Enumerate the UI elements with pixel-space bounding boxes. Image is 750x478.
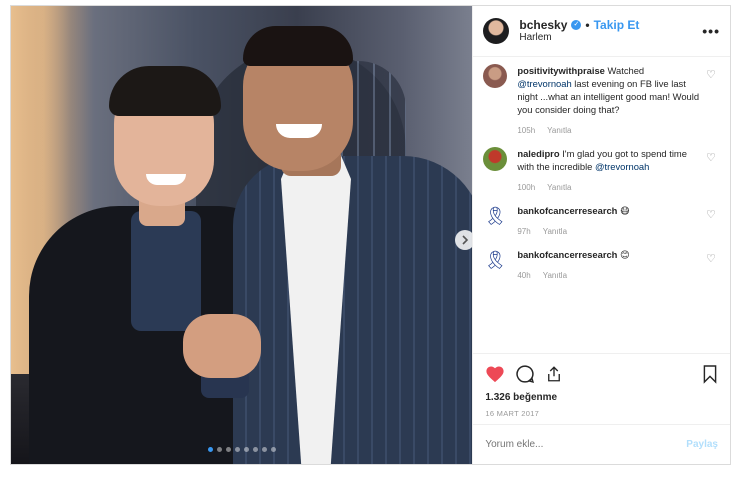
comment-like-heart-icon[interactable]: ♡ [706, 208, 718, 238]
comment-username[interactable]: bankofcancerresearch [517, 249, 617, 260]
more-options-icon[interactable]: ••• [702, 23, 720, 39]
post-header: bchesky ✓ • Takip Et Harlem ••• [473, 6, 730, 57]
comment-item: naledipro I'm glad you got to spend time… [483, 147, 718, 194]
post-date: 16 MART 2017 [485, 409, 540, 418]
handshake [183, 314, 261, 378]
reply-button[interactable]: Yanıtla [543, 225, 567, 238]
like-heart-icon[interactable] [485, 365, 505, 383]
add-comment-bar: Paylaş [473, 424, 730, 464]
comment-mention[interactable]: @trevornoah [517, 78, 571, 89]
carousel-dot [270, 447, 276, 452]
comment-item: 🎗 bankofcancerresearch 😊 40h Yanıtla ♡ [483, 248, 718, 282]
reply-button[interactable]: Yanıtla [547, 124, 571, 137]
comment-emoji: 😊 [620, 249, 630, 260]
person-right-smile [276, 124, 322, 138]
person-right-suit [233, 156, 473, 464]
ribbon-icon[interactable]: 🎗 [483, 204, 507, 228]
commenter-avatar[interactable] [483, 147, 508, 171]
person-left-shirt [131, 211, 201, 331]
comment-icon[interactable] [515, 364, 535, 384]
author-avatar[interactable] [483, 18, 510, 44]
carousel-dots [11, 447, 472, 452]
author-username[interactable]: bchesky [519, 18, 567, 32]
carousel-dot [234, 447, 240, 452]
carousel-dot [216, 447, 222, 452]
comment-username[interactable]: bankofcancerresearch [517, 205, 617, 216]
comment-item: positivitywithpraise Watched @trevornoah… [483, 64, 718, 137]
bookmark-icon[interactable] [702, 364, 718, 384]
carousel-dot [252, 447, 258, 452]
person-left-smile [146, 174, 186, 185]
person-left-hair [109, 66, 221, 116]
carousel-dot [207, 447, 213, 452]
commenter-avatar[interactable] [483, 64, 508, 88]
ribbon-icon[interactable]: 🎗 [483, 248, 507, 272]
comment-time: 97h [517, 227, 531, 236]
comment-like-heart-icon[interactable]: ♡ [706, 252, 718, 282]
comment-time: 100h [517, 183, 536, 192]
comment-emoji: 😷 [620, 205, 630, 216]
follow-button[interactable]: Takip Et [594, 18, 640, 32]
share-icon[interactable] [545, 364, 563, 384]
carousel-next-button[interactable] [455, 230, 473, 250]
separator-dot: • [585, 17, 590, 32]
post-photo[interactable] [11, 6, 473, 464]
verified-badge-icon: ✓ [571, 19, 582, 30]
comment-item: 🎗 bankofcancerresearch 😷 97h Yanıtla ♡ [483, 204, 718, 238]
comment-username[interactable]: naledipro [517, 148, 559, 159]
comment-list[interactable]: positivitywithpraise Watched @trevornoah… [473, 57, 730, 352]
comment-like-heart-icon[interactable]: ♡ [706, 68, 718, 137]
comment-mention[interactable]: @trevornoah [595, 161, 649, 172]
carousel-dot [261, 447, 267, 452]
comment-time: 105h [517, 126, 536, 135]
carousel-dot [225, 447, 231, 452]
chevron-right-icon [462, 235, 469, 245]
post-frame: bchesky ✓ • Takip Et Harlem ••• positivi… [10, 5, 731, 465]
post-location[interactable]: Harlem [519, 32, 702, 44]
post-comment-button[interactable]: Paylaş [686, 439, 718, 450]
comment-input[interactable] [485, 439, 687, 450]
post-actions: 1.326 beğenme 16 MART 2017 [473, 353, 730, 418]
reply-button[interactable]: Yanıtla [543, 269, 567, 282]
post-side-panel: bchesky ✓ • Takip Et Harlem ••• positivi… [472, 6, 730, 464]
comment-time: 40h [517, 271, 531, 280]
comment-text: Watched [607, 65, 645, 76]
reply-button[interactable]: Yanıtla [547, 181, 571, 194]
person-right-hair [243, 26, 353, 66]
comment-username[interactable]: positivitywithpraise [517, 65, 605, 76]
carousel-dot [243, 447, 249, 452]
likes-count[interactable]: 1.326 beğenme [485, 392, 718, 403]
comment-like-heart-icon[interactable]: ♡ [706, 151, 718, 194]
